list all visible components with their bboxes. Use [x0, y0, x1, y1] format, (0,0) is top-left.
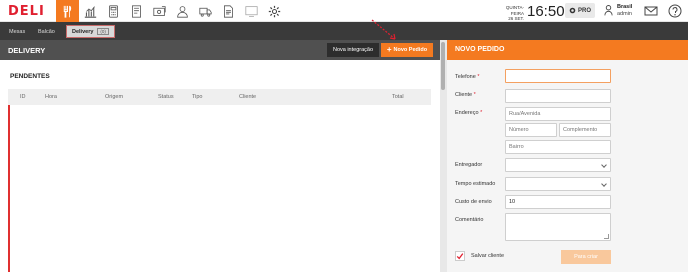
col-cliente[interactable]: Cliente [239, 94, 256, 100]
complement-input[interactable]: Complemento [559, 123, 611, 137]
new-order-header: NOVO PEDIDO [447, 40, 688, 60]
col-origem[interactable]: Origem [105, 94, 123, 100]
chart-icon [84, 5, 97, 18]
gear-icon [268, 5, 281, 17]
shipping-cost-label: Custo de envio [455, 199, 492, 205]
col-status[interactable]: Status [158, 94, 174, 100]
nav-settings[interactable] [263, 0, 286, 22]
date-display: QUINTA-FEIRA 26 SET. [505, 5, 524, 21]
new-integration-button[interactable]: Nova integração [327, 43, 379, 57]
tab-strip: Mesas Balcão Delivery (0) [0, 22, 688, 40]
truck-icon [199, 7, 212, 17]
delivery-title: DELIVERY [8, 46, 46, 55]
utensils-icon [63, 5, 72, 18]
tablet-icon [245, 5, 258, 17]
nav-cashier[interactable] [102, 0, 125, 22]
nav-documents[interactable] [217, 0, 240, 22]
estimated-time-label: Tempo estimado [455, 181, 496, 187]
delivery-count-badge: (0) [97, 28, 109, 35]
document-icon [224, 4, 233, 18]
user-name: Brasil [617, 4, 633, 10]
tab-mesas[interactable]: Mesas [9, 25, 25, 38]
nav-finance[interactable] [148, 0, 171, 22]
courier-label: Entregador [455, 162, 483, 168]
nav-reports[interactable] [79, 0, 102, 22]
phone-input[interactable] [505, 69, 611, 83]
menu-book-icon [132, 4, 141, 18]
pro-badge-icon [569, 7, 576, 14]
tab-delivery[interactable]: Delivery (0) [66, 25, 115, 38]
mail-icon[interactable] [644, 4, 658, 18]
check-icon [456, 253, 464, 260]
nav-delivery[interactable] [194, 0, 217, 22]
nav-utensils[interactable] [56, 0, 79, 22]
nav-customers[interactable] [171, 0, 194, 22]
scrollbar-thumb[interactable] [441, 42, 445, 90]
pro-button[interactable]: PRO [565, 3, 595, 18]
shipping-cost-input[interactable]: 10 [505, 195, 611, 209]
help-icon[interactable] [668, 4, 682, 18]
clock: 16:50 [527, 3, 565, 20]
pending-table-header: ID Hora Origem Status Tipo Cliente Total [8, 89, 431, 105]
col-total[interactable]: Total [392, 94, 404, 100]
nav-tablet[interactable] [240, 0, 263, 22]
col-hora[interactable]: Hora [45, 94, 57, 100]
user-role: admin [617, 11, 632, 17]
courier-select[interactable] [505, 158, 611, 172]
create-order-button[interactable]: Para criar [561, 250, 611, 264]
user-avatar-icon [604, 5, 613, 16]
address-label: Endereço * [455, 110, 483, 116]
money-icon [153, 5, 166, 16]
save-client-checkbox[interactable] [455, 251, 465, 261]
phone-label: Telefone * [455, 74, 480, 80]
street-input[interactable]: Rua/Avenida [505, 107, 611, 121]
col-id[interactable]: ID [20, 94, 26, 100]
user-menu[interactable]: Brasil admin [604, 4, 636, 18]
save-client-label: Salvar cliente [471, 253, 505, 259]
comment-textarea[interactable] [505, 213, 611, 241]
tab-balcao[interactable]: Balcão [38, 25, 55, 38]
plus-icon: + [386, 45, 392, 54]
resize-grip-icon[interactable] [604, 234, 609, 239]
calculator-icon [109, 4, 118, 18]
user-icon [177, 5, 188, 18]
pending-list [10, 105, 431, 272]
col-tipo[interactable]: Tipo [192, 94, 203, 100]
comment-label: Comentário [455, 217, 484, 223]
client-label: Cliente * [455, 92, 476, 98]
new-order-button[interactable]: + Novo Pedido [381, 43, 433, 57]
top-bar: DELI QUINTA-FEIRA 26 SET. 16:50 PRO Bras… [0, 0, 688, 22]
app-logo: DELI [8, 4, 45, 19]
estimated-time-select[interactable] [505, 177, 611, 191]
neighborhood-input[interactable]: Bairro [505, 140, 611, 154]
pending-title: PENDENTES [10, 73, 50, 80]
client-input[interactable] [505, 89, 611, 103]
new-order-title: NOVO PEDIDO [455, 46, 505, 53]
number-input[interactable]: Número [505, 123, 557, 137]
nav-menu[interactable] [125, 0, 148, 22]
